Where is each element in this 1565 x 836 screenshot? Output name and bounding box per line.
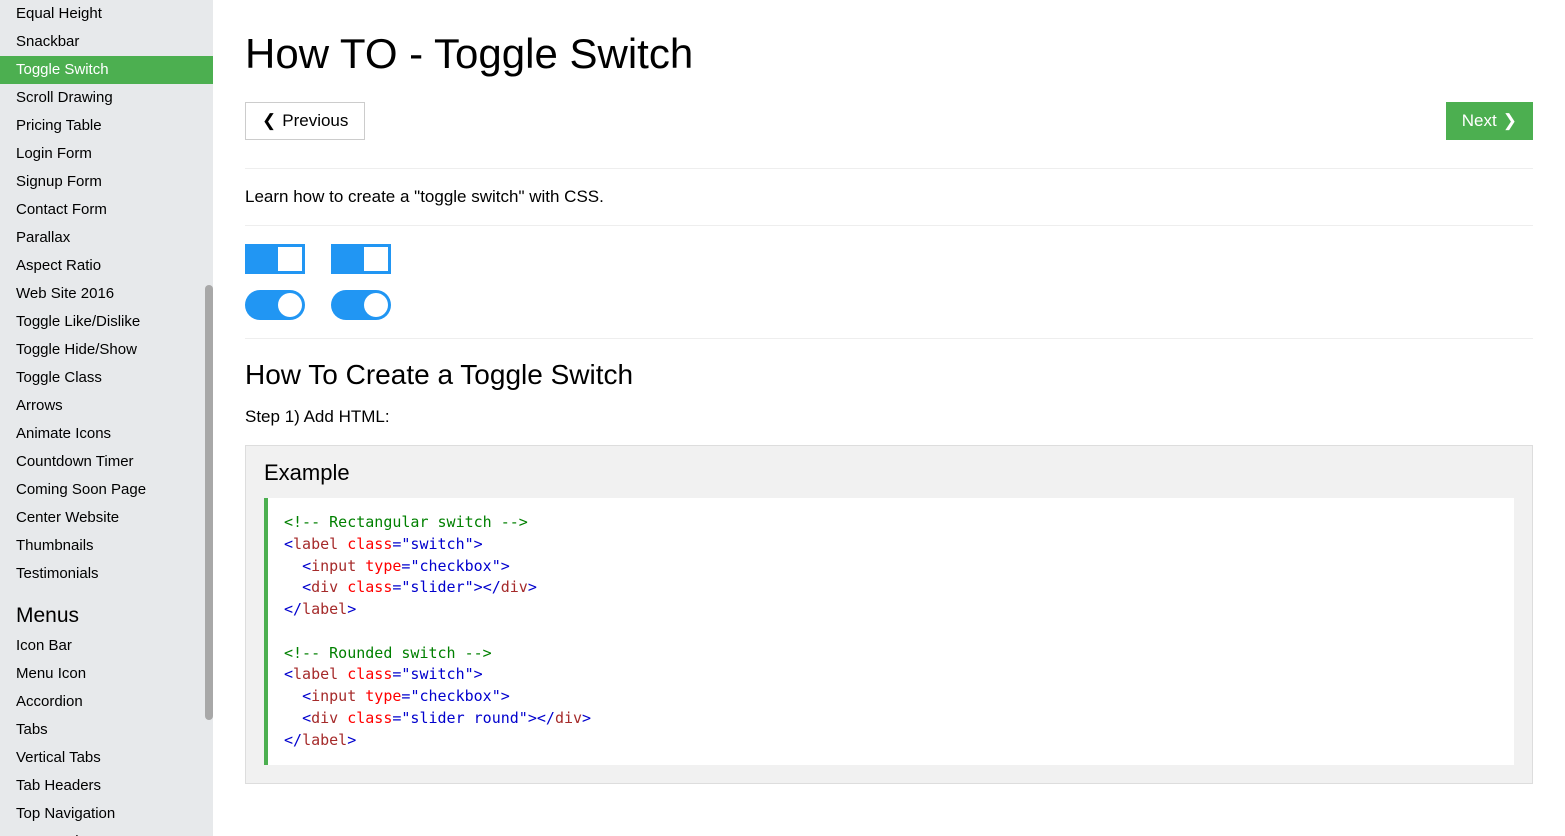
sidebar-item[interactable]: Tabs [0,716,213,744]
divider [245,168,1533,169]
chevron-right-icon: ❯ [1503,111,1517,131]
sidebar-item[interactable]: Top Navigation [0,800,213,828]
demo-row-square [245,244,1533,274]
sidebar-item[interactable]: Signup Form [0,168,213,196]
sidebar-item[interactable]: Responsive Topnav [0,828,213,836]
sidebar-item[interactable]: Center Website [0,504,213,532]
sidebar-item[interactable]: Contact Form [0,196,213,224]
sidebar-item[interactable]: Scroll Drawing [0,84,213,112]
sidebar-item[interactable]: Coming Soon Page [0,476,213,504]
sidebar-item[interactable]: Testimonials [0,560,213,588]
sidebar: Equal HeightSnackbarToggle SwitchScroll … [0,0,213,836]
scrollbar-thumb[interactable] [205,285,213,720]
divider [245,225,1533,226]
next-button[interactable]: Next ❯ [1446,102,1533,140]
page-title: How TO - Toggle Switch [245,30,1533,78]
sidebar-item[interactable]: Aspect Ratio [0,252,213,280]
sidebar-list-1: Equal HeightSnackbarToggle SwitchScroll … [0,0,213,588]
sidebar-item[interactable]: Menu Icon [0,660,213,688]
previous-label: Previous [282,111,348,131]
sidebar-item[interactable]: Vertical Tabs [0,744,213,772]
previous-button[interactable]: ❮ Previous [245,102,365,140]
sidebar-list-2: Icon BarMenu IconAccordionTabsVertical T… [0,632,213,836]
intro-text: Learn how to create a "toggle switch" wi… [245,187,1533,207]
sidebar-item[interactable]: Equal Height [0,0,213,28]
sidebar-item[interactable]: Login Form [0,140,213,168]
next-label: Next [1462,111,1497,131]
sidebar-item[interactable]: Accordion [0,688,213,716]
sidebar-item[interactable]: Snackbar [0,28,213,56]
sidebar-item[interactable]: Arrows [0,392,213,420]
main-content: How TO - Toggle Switch ❮ Previous Next ❯… [213,0,1565,836]
example-label: Example [264,460,1514,486]
sidebar-item[interactable]: Icon Bar [0,632,213,660]
sidebar-item[interactable]: Toggle Class [0,364,213,392]
sidebar-item[interactable]: Web Site 2016 [0,280,213,308]
example-box: Example <!-- Rectangular switch --> <lab… [245,445,1533,784]
toggle-switch-square-off[interactable] [245,244,305,274]
toggle-switch-round-off[interactable] [245,290,305,320]
sidebar-item[interactable]: Countdown Timer [0,448,213,476]
sidebar-item[interactable]: Thumbnails [0,532,213,560]
toggle-switch-round-on[interactable] [331,290,391,320]
sidebar-item[interactable]: Toggle Like/Dislike [0,308,213,336]
section-heading: How To Create a Toggle Switch [245,359,1533,391]
sidebar-item[interactable]: Pricing Table [0,112,213,140]
code-block: <!-- Rectangular switch --> <label class… [264,498,1514,765]
chevron-left-icon: ❮ [262,111,276,131]
nav-row: ❮ Previous Next ❯ [245,102,1533,140]
sidebar-item[interactable]: Toggle Switch [0,56,213,84]
sidebar-item[interactable]: Animate Icons [0,420,213,448]
sidebar-item[interactable]: Tab Headers [0,772,213,800]
demo-row-round [245,290,1533,320]
sidebar-item[interactable]: Toggle Hide/Show [0,336,213,364]
toggle-switch-square-on[interactable] [331,244,391,274]
divider [245,338,1533,339]
sidebar-item[interactable]: Parallax [0,224,213,252]
step-text: Step 1) Add HTML: [245,407,1533,427]
sidebar-heading-menus: Menus [0,588,213,632]
